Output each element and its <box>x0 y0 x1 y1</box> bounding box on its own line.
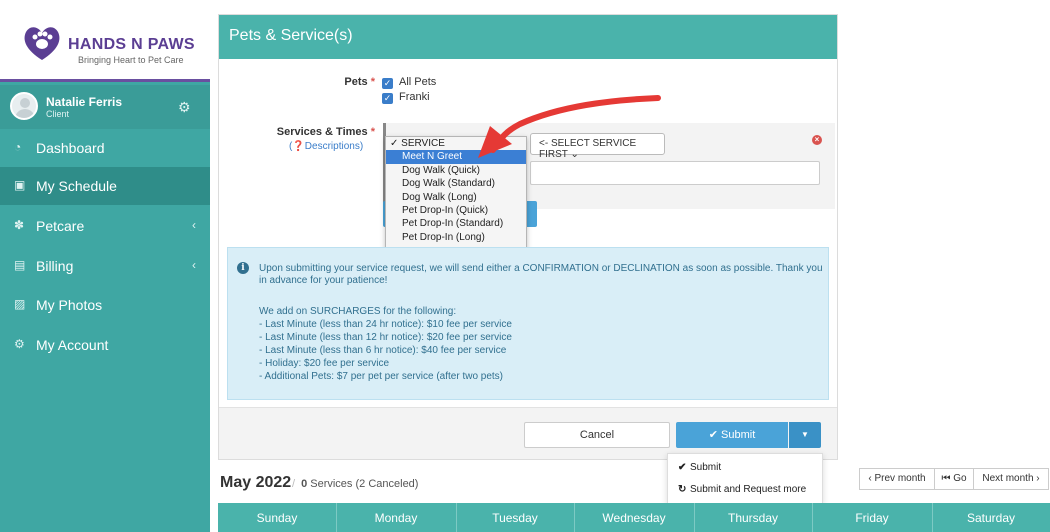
calendar-month: May 2022 <box>220 474 292 491</box>
question-icon: ❓ <box>292 141 305 152</box>
all-pets-label: All Pets <box>399 76 437 88</box>
sidebar-item-label: My Schedule <box>36 178 117 194</box>
sidebar-item-label: My Photos <box>36 297 103 313</box>
day-header: Monday <box>374 511 418 525</box>
sidebar-item-petcare[interactable]: ✽ Petcare ‹ <box>0 207 210 245</box>
services-times-label: Services & Times * <box>276 126 375 138</box>
submit-options-toggle[interactable]: ▼ <box>789 422 821 448</box>
pets-services-panel: Pets & Service(s) Pets * ✓ All Pets ✓ Fr… <box>218 14 838 460</box>
paw-heart-logo-icon <box>24 27 60 60</box>
info-icon: i <box>237 262 249 274</box>
service-dropdown[interactable]: ✓ SERVICE Meet N Greet Dog Walk (Quick) … <box>385 136 527 253</box>
sidebar: HANDS N PAWS Bringing Heart to Pet Care … <box>0 0 210 532</box>
all-pets-checkbox[interactable]: ✓ <box>382 78 393 89</box>
check-circle-icon: ✔ <box>678 462 687 473</box>
chevron-left-icon: ‹ <box>192 258 196 272</box>
dashboard-icon: ◔ <box>14 140 22 154</box>
descriptions-link[interactable]: (❓Descriptions) <box>289 141 363 152</box>
brand-logo[interactable]: HANDS N PAWS Bringing Heart to Pet Care <box>0 0 210 82</box>
day-header: Saturday <box>966 511 1016 525</box>
calendar-day-header: Sunday Monday Tuesday Wednesday Thursday… <box>218 503 1050 532</box>
franki-label: Franki <box>399 91 430 103</box>
submit-menu-item[interactable]: ✔ Submit <box>678 462 721 473</box>
time-select[interactable]: <- SELECT SERVICE FIRST ⌄ <box>530 133 665 160</box>
day-header: Wednesday <box>602 511 666 525</box>
day-header: Thursday <box>727 511 779 525</box>
info-intro: Upon submitting your service request, we… <box>259 263 823 286</box>
surcharge-item: - Holiday: $20 fee per service <box>259 358 390 369</box>
file-icon: ▤ <box>14 258 26 272</box>
gear-icon[interactable]: ⚙ <box>178 99 191 116</box>
dropdown-option[interactable]: Dog Walk (Quick) <box>386 164 526 177</box>
user-card: Natalie Ferris Client ⚙ <box>0 85 210 129</box>
dropdown-option-selected[interactable]: Meet N Greet <box>386 150 526 164</box>
info-alert: i Upon submitting your service request, … <box>227 247 829 400</box>
day-header: Sunday <box>256 511 298 525</box>
chevron-down-icon: ⌄ <box>570 149 579 160</box>
franki-checkbox[interactable]: ✓ <box>382 93 393 104</box>
go-icon: ⏮ <box>941 473 951 484</box>
sidebar-item-label: Petcare <box>36 218 85 234</box>
sidebar-item-label: My Account <box>36 337 109 353</box>
sidebar-item-my-schedule[interactable]: ▣ My Schedule <box>0 167 210 205</box>
dropdown-option[interactable]: Pet Drop-In (Long) <box>386 231 526 244</box>
chevron-left-icon: ‹ <box>192 218 196 232</box>
user-name: Natalie Ferris <box>46 95 123 109</box>
next-month-button[interactable]: Next month › <box>973 468 1049 490</box>
refresh-icon: ↻ <box>678 484 687 495</box>
sidebar-item-my-photos[interactable]: ▨ My Photos <box>0 286 210 324</box>
day-header: Friday <box>855 511 889 525</box>
dropdown-option[interactable]: Dog Walk (Long) <box>386 191 526 204</box>
paw-icon: ✽ <box>14 218 25 232</box>
check-circle-icon: ✔ <box>708 429 718 441</box>
calendar-summary: /0 Services (2 Canceled) <box>292 478 419 490</box>
surcharge-heading: We add on SURCHARGES for the following: <box>259 306 457 317</box>
remove-service-icon[interactable]: × <box>812 135 822 145</box>
dropdown-option[interactable]: Pet Drop-In (Standard) <box>386 217 526 230</box>
submit-menu: ✔ Submit ↻ Submit and Request more <box>667 453 823 504</box>
sidebar-item-dashboard[interactable]: ◔ Dashboard <box>0 129 210 167</box>
prev-month-button[interactable]: ‹ Prev month <box>859 468 935 490</box>
sidebar-item-my-account[interactable]: ⚙ My Account <box>0 326 210 364</box>
dropdown-option[interactable]: ✓ SERVICE <box>386 137 526 150</box>
dropdown-option[interactable]: Dog Walk (Standard) <box>386 177 526 190</box>
submit-button[interactable]: ✔ Submit <box>676 422 788 448</box>
sidebar-item-label: Billing <box>36 258 74 274</box>
day-header: Tuesday <box>492 511 538 525</box>
surcharge-item: - Last Minute (less than 12 hr notice): … <box>259 332 512 343</box>
panel-title: Pets & Service(s) <box>219 15 837 59</box>
sidebar-item-billing[interactable]: ▤ Billing ‹ <box>0 247 210 285</box>
cancel-button[interactable]: Cancel <box>524 422 670 448</box>
gears-icon: ⚙ <box>14 337 25 351</box>
caret-down-icon: ▼ <box>801 430 809 439</box>
surcharge-item: - Additional Pets: $7 per pet per servic… <box>259 371 504 382</box>
sidebar-item-label: Dashboard <box>36 140 105 156</box>
surcharge-item: - Last Minute (less than 6 hr notice): $… <box>259 345 507 356</box>
dropdown-option[interactable]: Pet Drop-In (Quick) <box>386 204 526 217</box>
user-role: Client <box>46 109 70 119</box>
avatar <box>10 92 38 120</box>
service-notes-input[interactable] <box>530 161 820 185</box>
brand-name: HANDS N PAWS <box>68 36 195 53</box>
brand-tagline: Bringing Heart to Pet Care <box>78 55 184 65</box>
photo-icon: ▨ <box>14 297 26 311</box>
surcharge-item: - Last Minute (less than 24 hr notice): … <box>259 319 512 330</box>
calendar-icon: ▣ <box>14 178 26 192</box>
go-button[interactable]: ⏮ Go <box>934 468 974 490</box>
pets-label: Pets * <box>344 76 375 88</box>
submit-request-more-item[interactable]: ↻ Submit and Request more <box>678 484 806 495</box>
